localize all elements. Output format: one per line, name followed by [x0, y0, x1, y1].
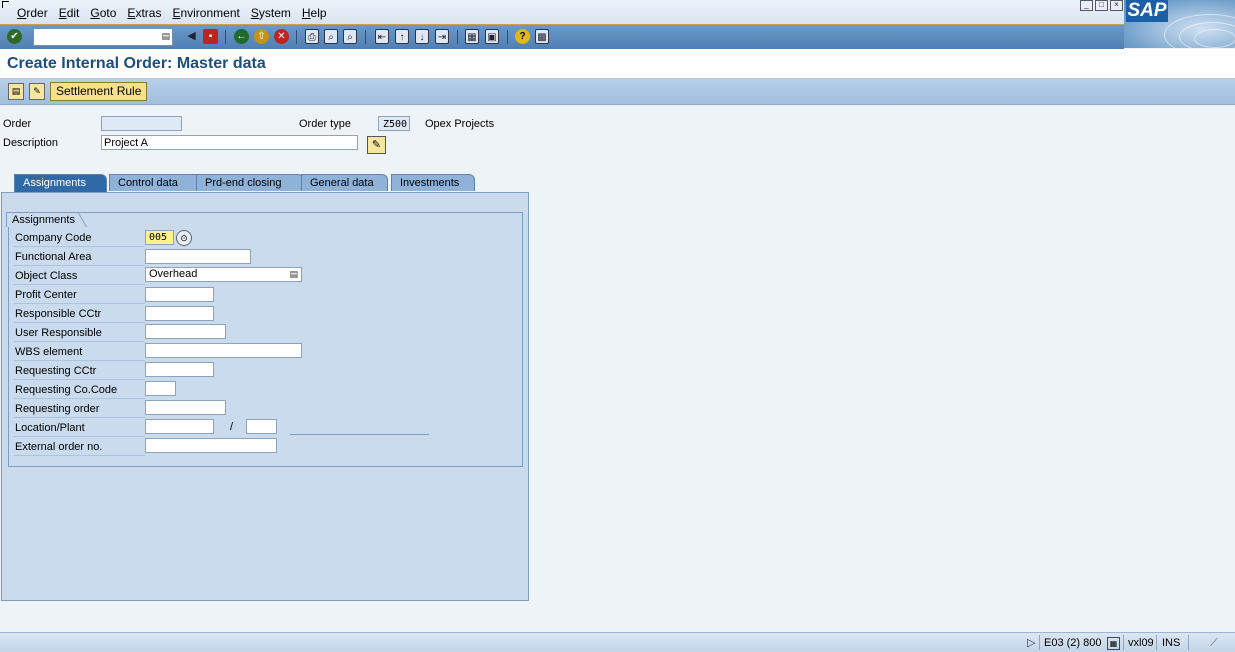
save-icon[interactable]: ▪: [203, 29, 218, 44]
shortcut-icon[interactable]: ▣: [485, 29, 499, 44]
object-class-value: Overhead: [149, 268, 198, 280]
close-button[interactable]: ×: [1110, 0, 1123, 11]
order-type-description: Opex Projects: [425, 118, 495, 130]
sap-logo-text: SAP: [1126, 0, 1168, 22]
menu-order[interactable]: Order: [17, 6, 48, 20]
maximize-button[interactable]: □: [1095, 0, 1108, 11]
page-title: Create Internal Order: Master data: [7, 55, 266, 72]
company-code-label: Company Code: [14, 230, 145, 247]
menu-help[interactable]: Help: [302, 6, 327, 20]
company-code-field[interactable]: 005: [145, 230, 174, 245]
location-plant-separator: /: [230, 421, 234, 433]
status-toggle-icon[interactable]: ▷: [1027, 636, 1035, 650]
wbs-element-label: WBS element: [14, 344, 145, 361]
functional-area-label: Functional Area: [14, 249, 145, 266]
assignments-group-title: Assignments: [6, 212, 87, 227]
cancel-icon[interactable]: ✕: [274, 29, 289, 44]
object-class-label: Object Class: [14, 268, 145, 285]
requesting-cctr-field[interactable]: [145, 362, 214, 377]
requesting-co-code-label: Requesting Co.Code: [14, 382, 145, 399]
value-help-icon[interactable]: ⊙: [176, 230, 192, 246]
insert-mode: INS: [1162, 637, 1181, 649]
tab-investments[interactable]: Investments: [391, 174, 475, 191]
tab-general-data[interactable]: General data: [301, 174, 388, 191]
tab-control-data[interactable]: Control data: [109, 174, 201, 191]
external-order-no-field[interactable]: [145, 438, 277, 453]
requesting-order-label: Requesting order: [14, 401, 145, 418]
status-bar: ▷ E03 (2) 800 ▦ vxl09 INS ⟋: [0, 632, 1235, 652]
order-label: Order: [3, 118, 32, 130]
profit-center-field[interactable]: [145, 287, 214, 302]
command-dropdown-icon[interactable]: ▤: [161, 31, 170, 42]
menu-extras[interactable]: Extras: [127, 6, 161, 20]
tab-assignments[interactable]: Assignments: [14, 174, 107, 193]
find-icon[interactable]: ⌕: [324, 29, 338, 44]
user-responsible-field[interactable]: [145, 324, 226, 339]
command-field[interactable]: ▤: [33, 28, 173, 46]
responsible-cctr-field[interactable]: [145, 306, 214, 321]
layout-icon[interactable]: ▩: [535, 29, 549, 44]
menu-system[interactable]: System: [251, 6, 291, 20]
standard-toolbar: ✔ ▤ ◀ ▪ ← ⇧ ✕ ⎙ ⌕ ⌕ ⇤ ↑ ↓ ⇥ ▦ ▣ ? ▩: [0, 25, 1124, 49]
tab-prd-end-closing[interactable]: Prd-end closing: [196, 174, 304, 191]
title-bar: Create Internal Order: Master data: [0, 49, 1235, 79]
back-icon[interactable]: ←: [234, 29, 249, 44]
requesting-co-code-field[interactable]: [145, 381, 176, 396]
object-class-select[interactable]: Overhead ▤: [145, 267, 302, 282]
display-icon[interactable]: ▤: [8, 83, 24, 100]
menu-edit[interactable]: Edit: [59, 6, 80, 20]
functional-area-field[interactable]: [145, 249, 251, 264]
resize-grip-icon[interactable]: ⟋: [1210, 636, 1218, 650]
change-icon[interactable]: ✎: [29, 83, 45, 100]
plant-field[interactable]: [246, 419, 277, 434]
menu: Order Edit Goto Extras Environment Syste…: [17, 6, 338, 20]
location-description-line: [290, 434, 429, 435]
system-info: E03 (2) 800: [1044, 637, 1102, 649]
long-text-edit-icon[interactable]: ✎: [367, 136, 386, 154]
new-session-icon[interactable]: ▦: [465, 29, 479, 44]
last-page-icon[interactable]: ⇥: [435, 29, 449, 44]
order-type-label: Order type: [299, 118, 351, 130]
settlement-rule-button[interactable]: Settlement Rule: [50, 82, 148, 101]
user-responsible-label: User Responsible: [14, 325, 145, 342]
menu-bar: Order Edit Goto Extras Environment Syste…: [0, 0, 1235, 25]
description-label: Description: [3, 137, 59, 149]
first-page-icon[interactable]: ⇤: [375, 29, 389, 44]
requesting-cctr-label: Requesting CCtr: [14, 363, 145, 380]
next-page-icon[interactable]: ↓: [415, 29, 429, 44]
system-info-icon[interactable]: ▦: [1107, 637, 1120, 650]
requesting-order-field[interactable]: [145, 400, 226, 415]
menu-environment[interactable]: Environment: [172, 6, 239, 20]
find-next-icon[interactable]: ⌕: [343, 29, 357, 44]
sap-logo: SAP: [1124, 0, 1235, 48]
external-order-no-label: External order no.: [14, 439, 145, 456]
description-field[interactable]: Project A: [101, 135, 358, 150]
dropdown-icon[interactable]: ▤: [289, 268, 298, 281]
help-icon[interactable]: ?: [515, 29, 530, 44]
order-type-field[interactable]: Z500: [378, 116, 410, 131]
profit-center-label: Profit Center: [14, 287, 145, 304]
responsible-cctr-label: Responsible CCtr: [14, 306, 145, 323]
window-controls: _ □ ×: [1080, 0, 1123, 11]
wbs-element-field[interactable]: [145, 343, 302, 358]
exit-icon[interactable]: ⇧: [254, 29, 269, 44]
application-toolbar: ▤ ✎ Settlement Rule: [0, 79, 1235, 105]
window-corner: [2, 1, 9, 8]
print-icon[interactable]: ⎙: [305, 29, 319, 44]
menu-goto[interactable]: Goto: [90, 6, 116, 20]
minimize-button[interactable]: _: [1080, 0, 1093, 11]
enter-icon[interactable]: ✔: [7, 29, 22, 44]
prev-icon[interactable]: ◀: [184, 29, 199, 44]
location-field[interactable]: [145, 419, 214, 434]
order-field[interactable]: [101, 116, 182, 131]
prev-page-icon[interactable]: ↑: [395, 29, 409, 44]
location-plant-label: Location/Plant: [14, 420, 145, 437]
server-name: vxl09: [1128, 637, 1154, 649]
